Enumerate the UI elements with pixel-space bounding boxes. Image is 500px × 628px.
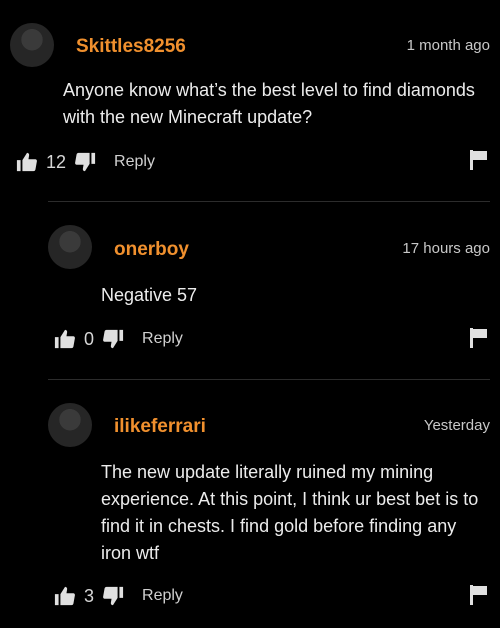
thumbs-down-icon[interactable] — [74, 151, 96, 173]
comment-actions: 3 Reply — [54, 584, 183, 608]
flag-icon[interactable] — [470, 328, 488, 348]
username[interactable]: onerboy — [114, 239, 189, 261]
timestamp: 1 month ago — [406, 37, 490, 54]
timestamp: Yesterday — [423, 417, 490, 434]
reply-button[interactable]: Reply — [142, 587, 183, 605]
divider — [48, 201, 490, 202]
comment-text: The new update literally ruined my minin… — [101, 462, 479, 563]
divider — [48, 379, 490, 380]
like-count: 0 — [84, 328, 95, 349]
thumbs-up-icon[interactable] — [54, 585, 76, 607]
comment-actions: 0 Reply — [54, 327, 183, 351]
comment-actions: 12 Reply — [16, 150, 155, 174]
username[interactable]: ilikeferrari — [114, 416, 206, 438]
avatar[interactable] — [10, 23, 54, 67]
timestamp: 17 hours ago — [402, 240, 490, 257]
like-count: 3 — [84, 585, 95, 606]
thumbs-up-icon[interactable] — [54, 328, 76, 350]
thumbs-up-icon[interactable] — [16, 151, 38, 173]
flag-icon[interactable] — [470, 585, 488, 605]
comment-text: Anyone know what’s the best level to fin… — [63, 80, 475, 127]
flag-icon[interactable] — [470, 150, 488, 170]
avatar[interactable] — [48, 403, 92, 447]
thumbs-down-icon[interactable] — [102, 328, 124, 350]
avatar[interactable] — [48, 225, 92, 269]
reply-button[interactable]: Reply — [114, 153, 155, 171]
username[interactable]: Skittles8256 — [76, 36, 186, 58]
comment-text: Negative 57 — [101, 285, 198, 305]
like-count: 12 — [46, 151, 67, 172]
reply-button[interactable]: Reply — [142, 330, 183, 348]
thumbs-down-icon[interactable] — [102, 585, 124, 607]
